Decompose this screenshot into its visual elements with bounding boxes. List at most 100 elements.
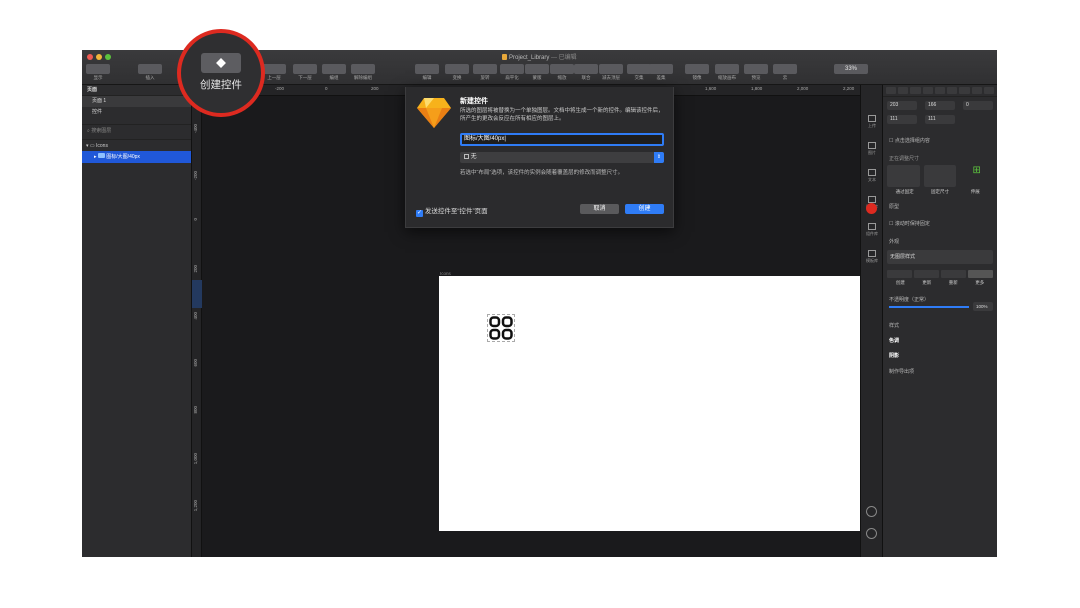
export-section[interactable]: 制作导出项 [889,368,914,375]
toolbar-button[interactable]: 编组 [322,64,346,81]
callout-label: 创建控件 [200,79,242,91]
create-symbol-button[interactable] [201,53,241,73]
strip-tool-button[interactable]: 组件库 [863,223,881,237]
toolbar-button[interactable]: 联合 [574,64,598,81]
vertical-ruler: -400 -200 0 200 400 600 800 1,000 1,200 [192,96,202,557]
help-icon[interactable] [866,506,877,517]
create-symbol-dialog: 新建控件 所选的图层将被替换为一个单独图层。文档中将生成一个新的控件。编辑该控件… [405,87,674,228]
width-input[interactable]: 111 [887,115,917,124]
selection-bounds[interactable] [487,314,515,342]
layers-panel: 页面 页面 1 控件 ⌕ 搜索图层 ▾ ▭ Icons ▸ 图标/大图/40px [82,85,192,557]
ruler-tick-label: 0 [193,218,198,221]
toolbar-button[interactable]: 预览 [744,64,768,81]
strip-tool-button[interactable]: 图片 [863,142,881,156]
select-chevron-icon: ⇕ [654,152,664,163]
toolbar-button[interactable]: 缩放 [550,64,574,81]
layer-style-select[interactable]: 无图层样式 [887,250,993,264]
align-button[interactable] [922,87,933,94]
strip-tool-button[interactable]: 模板库 [863,250,881,264]
page-item-symbols[interactable]: 控件 [82,107,191,118]
align-button[interactable] [959,87,970,94]
style-section-header: 样式 [889,323,900,329]
align-button[interactable] [910,87,921,94]
toolbar-button[interactable]: 编辑 [415,64,439,81]
height-input[interactable]: 111 [925,115,955,124]
style-reset-button[interactable] [941,270,966,278]
style-create-button[interactable] [887,270,912,278]
clip-checkbox[interactable]: ☐ 点击选择组内容 [889,137,930,144]
align-button[interactable] [934,87,946,94]
toolbar-label: 蒙版 [532,75,542,80]
layout-select[interactable]: 无 ⇕ [460,152,664,163]
toolbar-icon [500,64,524,74]
x-input[interactable]: 203 [887,101,917,110]
resize-pin-icon[interactable] [887,165,920,187]
search-layers-input[interactable]: ⌕ 搜索图层 [82,124,191,136]
toolbar-button[interactable]: 云 [773,64,797,81]
toolbar-label: 云 [782,75,788,80]
toolbar-icon [473,64,497,74]
page-item-1[interactable]: 页面 1 [82,96,191,107]
toolbar-button[interactable]: 缩放画布 [715,64,739,81]
toolbar-button[interactable]: 解除编组 [351,64,375,81]
send-to-symbols-checkbox[interactable]: ✓ 发送控件至“控件”页面 [416,205,488,217]
toolbar-button[interactable]: 蒙版 [525,64,549,81]
resize-header: 正在调整尺寸 [889,156,920,162]
style-more-button[interactable] [968,270,993,278]
layer-selected-group[interactable]: ▸ 图标/大图/40px [82,151,191,163]
resize-fixed-icon[interactable] [923,165,957,187]
record-icon[interactable] [866,203,877,214]
toolbar-button[interactable]: 差集 [649,64,673,81]
toolbar-button[interactable]: 下一层 [293,64,317,81]
style-update-button[interactable] [914,270,939,278]
toolbar-label: 下一层 [298,75,312,80]
align-button[interactable] [898,87,909,94]
fill-section[interactable]: 色调 [889,337,899,344]
style-button-label: 更新 [922,280,932,285]
artboard[interactable] [439,276,893,531]
strip-tool-label: 图片 [868,150,876,155]
appearance-header: 外观 [889,239,900,245]
add-icon[interactable] [866,528,877,539]
align-button[interactable] [886,87,897,94]
align-button[interactable] [983,87,994,94]
symbol-name-input[interactable]: 图标/大图/40px| [460,133,664,146]
align-button[interactable] [947,87,958,94]
strip-tool-label: 上传 [868,123,876,128]
toolbar-label: 缩放画布 [718,75,736,80]
layout-icon [464,154,469,159]
ruler-tick-label: 2,200 [843,86,855,91]
toolbar-button[interactable]: 插入 [138,64,162,81]
toolbar-label: 差集 [656,75,666,80]
toolbar-button[interactable]: 减去顶层 [599,64,623,81]
cancel-button[interactable]: 取消 [580,204,619,214]
resize-stretch-icon[interactable]: ⊞ [960,165,993,187]
y-input[interactable]: 166 [925,101,955,110]
resize-options: ⊞ [887,165,993,187]
rotation-input[interactable]: 0 [963,101,993,110]
strip-tool-icon [868,223,876,230]
toolbar-button[interactable]: 变换 [445,64,469,81]
strip-tool-button[interactable]: 文本 [863,169,881,183]
strip-tool-button[interactable]: 上传 [863,115,881,129]
opacity-slider[interactable] [889,306,969,308]
toolbar-button[interactable]: 显示 [86,64,110,81]
zoom-control[interactable]: 33% [834,64,868,81]
toolbar-button[interactable]: 交集 [627,64,651,81]
layer-artboard[interactable]: ▾ ▭ Icons [82,139,191,151]
toolbar-label: 插入 [145,75,155,80]
align-button[interactable] [971,87,982,94]
toolbar-label: 减去顶层 [602,75,620,80]
create-symbol-callout: 创建控件 [177,29,265,117]
toolbar-button[interactable]: 镜像 [685,64,709,81]
toolbar-button[interactable]: 上一层 [262,64,286,81]
toolbar-button[interactable]: 旋转 [473,64,497,81]
fixed-scroll-checkbox[interactable]: ☐ 滚动时保持固定 [889,220,930,227]
create-button[interactable]: 创建 [625,204,664,214]
toolbar-label: 预览 [751,75,761,80]
toolbar-icon [138,64,162,74]
shadow-section[interactable]: 阴影 [889,352,899,359]
toolbar-button[interactable]: 扁平化 [500,64,524,81]
toolbar-label: 旋转 [480,75,490,80]
opacity-input[interactable]: 100% [973,302,993,311]
